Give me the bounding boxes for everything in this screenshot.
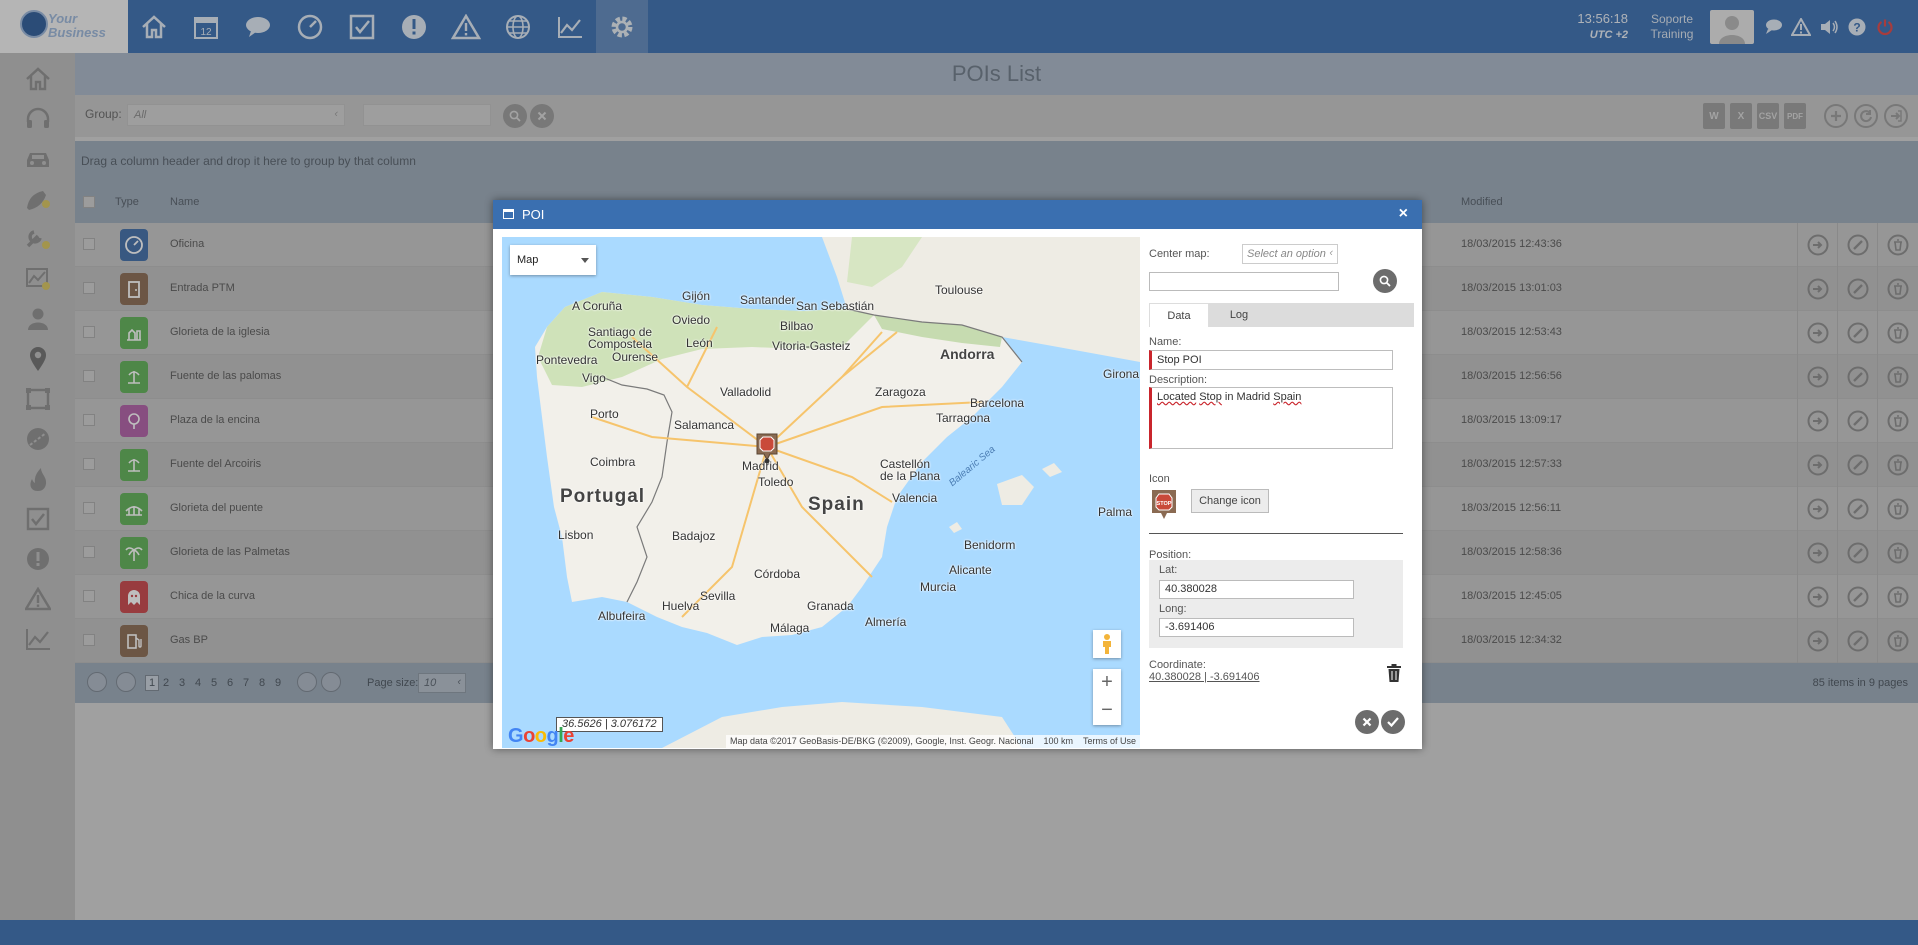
latitude-field[interactable]: 40.380028 [1159,580,1354,599]
close-dialog-button[interactable]: × [1399,205,1408,223]
map-label: Spain [808,494,865,515]
map-label: Granada [807,599,854,613]
save-button[interactable] [1381,710,1405,734]
chevron-left-icon: ‹ [1329,247,1333,259]
google-logo: Google [508,725,574,747]
description-label: Description: [1149,374,1208,386]
divider [1149,533,1403,534]
center-map-select[interactable]: Select an option ‹ [1242,244,1338,264]
map-label: Almería [865,615,907,629]
map-label: Barcelona [970,396,1025,410]
map-label: A Coruña [572,299,623,313]
icon-label: Icon [1149,473,1170,485]
map-data-credit: Map data ©2017 GeoBasis-DE/BKG (©2009), … [730,736,1034,746]
map-label: Andorra [940,346,995,362]
dialog-title: POI [522,207,545,222]
map-label: Alicante [949,563,992,577]
map-label: Huelva [662,599,700,613]
street-view-pegman-icon[interactable] [1093,630,1121,658]
position-box: Lat: 40.380028 Long: -3.691406 [1149,560,1403,648]
map-label: Valladolid [720,385,772,399]
zoom-control: + − [1093,669,1121,725]
map-label: Salamanca [674,418,735,432]
center-map-label: Center map: [1149,248,1210,260]
map-label: Santander [740,293,796,307]
change-icon-button[interactable]: Change icon [1191,489,1269,513]
map-label: León [686,336,713,350]
stop-icon: STOP [1151,489,1177,521]
trash-icon[interactable] [1386,664,1402,682]
check-icon [1387,717,1399,727]
map-view[interactable]: Map Gijón Santander San Sebastián Toulou… [502,237,1140,748]
map-label: Sevilla [700,589,736,603]
poi-form-panel: Center map: Select an option ‹ Data Log … [1149,237,1414,742]
long-label: Long: [1159,603,1187,615]
map-label: Oviedo [672,313,711,327]
dialog-header: POI × [493,200,1422,229]
map-label: Portugal [560,486,646,507]
map-label: de la Plana [880,469,941,483]
coordinate-label: Coordinate: [1149,659,1206,671]
center-map-search-button[interactable] [1373,269,1397,293]
poi-tabs: Data Log [1149,303,1414,327]
map-scale: 100 km [1043,736,1073,746]
stop-marker-icon[interactable] [755,432,779,464]
poi-dialog: POI × Map Gijón Santander San Sebastián … [493,200,1422,749]
map-label: Palma [1098,505,1133,519]
map-label: Coimbra [590,455,636,469]
map-label: San Sebastián [796,299,875,313]
map-label: Málaga [770,621,810,635]
map-label: Tarragona [936,411,991,425]
longitude-field[interactable]: -3.691406 [1159,618,1354,637]
close-icon [1362,717,1372,727]
map-label: Murcia [920,580,957,594]
map-label: Pontevedra [536,353,598,367]
map-label: Zaragoza [875,385,926,399]
map-label: Vigo [582,371,606,385]
map-type-select[interactable]: Map [510,245,596,275]
cancel-button[interactable] [1355,710,1379,734]
lat-label: Lat: [1159,564,1178,576]
map-label: Lisbon [558,528,594,542]
map-label: Toledo [758,475,794,489]
tab-data[interactable]: Data [1149,303,1209,327]
search-icon [1379,275,1391,287]
map-label: Córdoba [754,567,801,581]
zoom-in-button[interactable]: + [1093,669,1121,697]
map-label: Badajoz [672,529,716,543]
chevron-down-icon [581,258,589,263]
name-field[interactable]: Stop POI [1149,350,1393,370]
window-icon [503,209,514,219]
map-label: Porto [590,407,619,421]
map-label: Bilbao [780,319,814,333]
map-label: Albufeira [598,609,646,623]
name-label: Name: [1149,336,1182,348]
map-label: Valencia [892,491,938,505]
map-label: Compostela [588,337,653,351]
center-map-input[interactable] [1149,272,1339,291]
zoom-out-button[interactable]: − [1093,697,1121,725]
map-label: Gijón [682,289,711,303]
map-label: Toulouse [935,283,984,297]
terms-link[interactable]: Terms of Use [1083,735,1136,748]
tab-log[interactable]: Log [1209,303,1269,327]
map-attribution: Map data ©2017 GeoBasis-DE/BKG (©2009), … [726,735,1140,748]
map-label: Benidorm [964,538,1016,552]
map-label: Girona [1103,367,1140,381]
map-label: Vitoria-Gasteiz [772,339,851,353]
map-label: Ourense [612,350,659,364]
svg-text:STOP: STOP [1157,501,1172,507]
coordinate-link[interactable]: 40.380028 | -3.691406 [1149,671,1260,683]
description-field[interactable]: Located Stop in Madrid Spain [1149,387,1393,449]
